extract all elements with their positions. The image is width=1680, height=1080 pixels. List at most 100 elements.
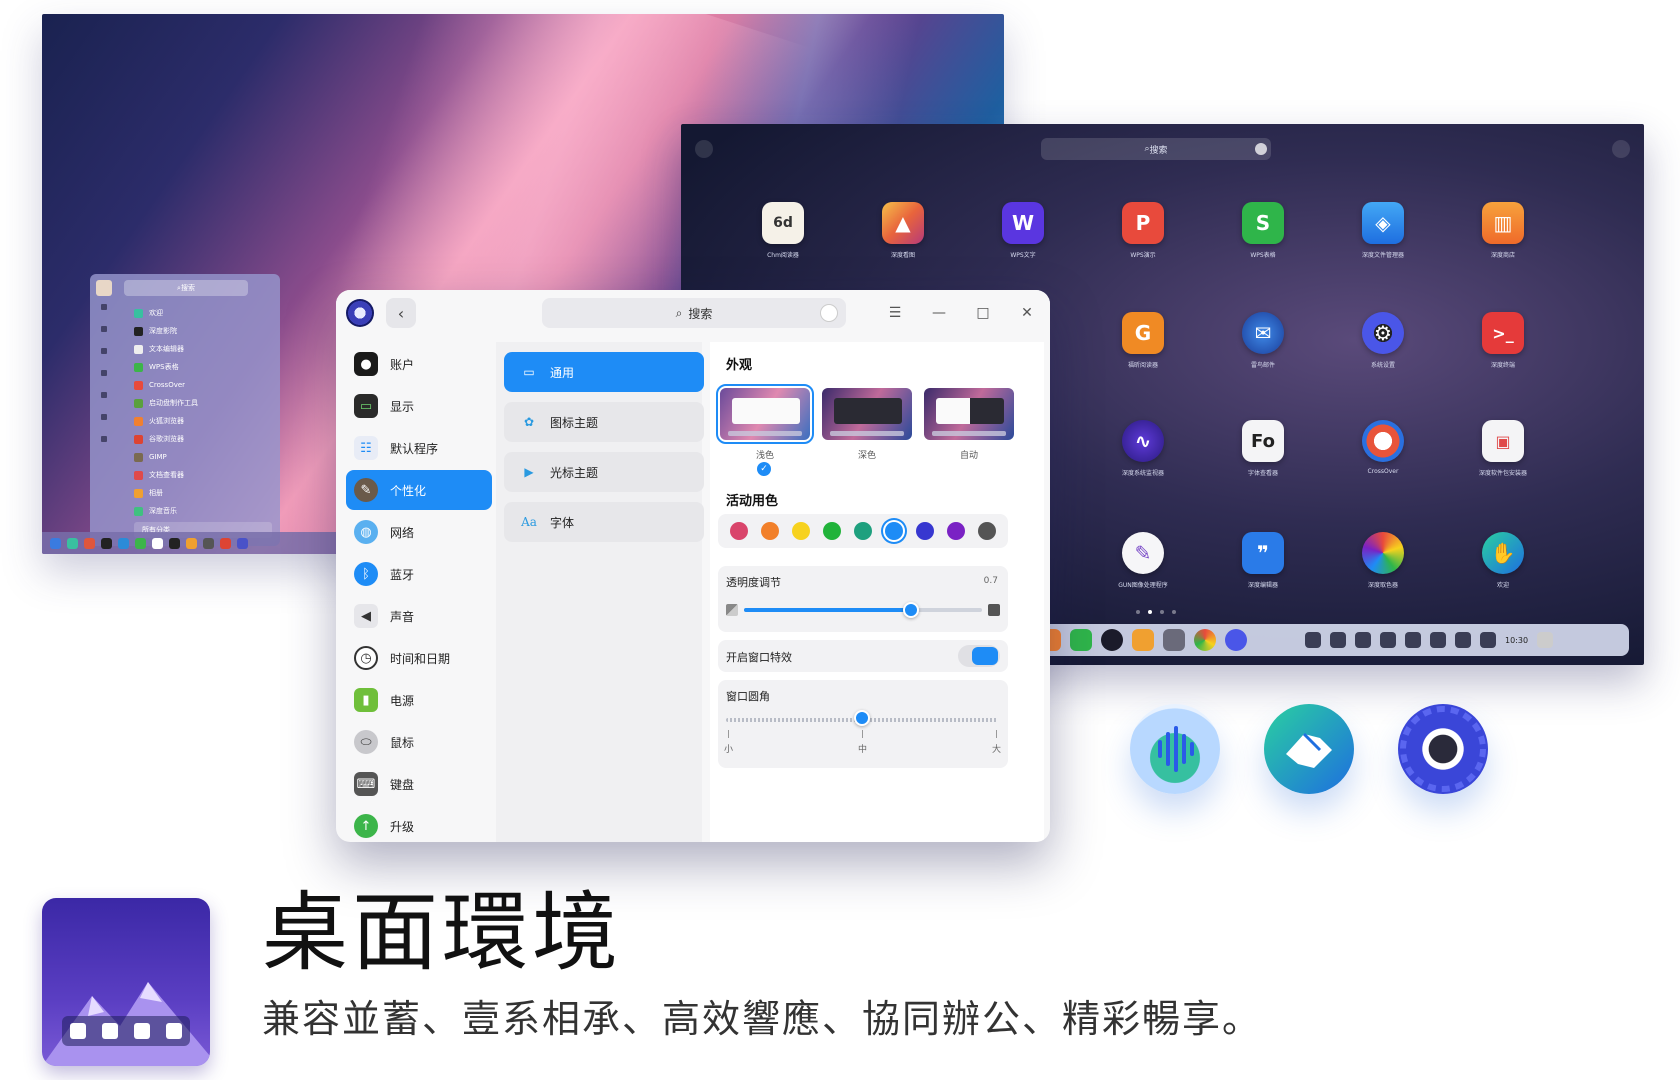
sub-item-icon-theme[interactable]: ✿ 图标主题 — [504, 402, 704, 442]
nav-item-datetime[interactable]: ◷ 时间和日期 — [346, 638, 492, 678]
app-icon[interactable] — [118, 537, 129, 549]
app-font-viewer[interactable]: Fo 字体查看器 — [1213, 420, 1313, 477]
app-image-viewer[interactable]: ▲ 深度看图 — [853, 202, 953, 259]
nav-item-personalization[interactable]: ✎ 个性化 — [346, 470, 492, 510]
app-crossover[interactable]: CrossOver — [1333, 420, 1433, 475]
chrome-icon[interactable] — [1194, 629, 1216, 651]
sidebar-icon[interactable] — [101, 304, 107, 310]
list-item[interactable]: 相册 — [134, 484, 198, 502]
app-icon[interactable] — [67, 537, 78, 549]
nav-item-sound[interactable]: ◀ 声音 — [346, 596, 492, 636]
nav-item-default-apps[interactable]: ☷ 默认程序 — [346, 428, 492, 468]
sub-item-general[interactable]: ▭ 通用 — [504, 352, 704, 392]
fullscreen-toggle-icon[interactable] — [1612, 140, 1630, 158]
transparency-slider-handle[interactable] — [902, 602, 919, 618]
sidebar-icon[interactable] — [101, 326, 107, 332]
chevron-left-icon[interactable] — [1430, 632, 1446, 648]
app-color-picker[interactable]: 深度取色器 — [1333, 532, 1433, 589]
list-item[interactable]: 火狐浏览器 — [134, 412, 198, 430]
app-icon[interactable] — [152, 537, 163, 549]
accent-swatch[interactable] — [885, 522, 903, 540]
nav-item-power[interactable]: ▮ 电源 — [346, 680, 492, 720]
app-wps-spreadsheet[interactable]: S WPS表格 — [1213, 202, 1313, 259]
nav-item-display[interactable]: ▭ 显示 — [346, 386, 492, 426]
minimize-button[interactable]: — — [928, 302, 950, 324]
nav-item-bluetooth[interactable]: ᛒ 蓝牙 — [346, 554, 492, 594]
keyboard-icon[interactable] — [1330, 632, 1346, 648]
list-item[interactable]: WPS表格 — [134, 358, 198, 376]
search-input[interactable]: ⌕ 搜索 — [542, 298, 846, 328]
window-effects-toggle[interactable] — [958, 645, 1000, 667]
search-clear-icon[interactable] — [1255, 143, 1267, 155]
list-item[interactable]: CrossOver — [134, 376, 198, 394]
app-system-settings[interactable]: ⚙ 系统设置 — [1333, 312, 1433, 369]
nav-item-network[interactable]: ◍ 网络 — [346, 512, 492, 552]
music-icon[interactable] — [1070, 629, 1092, 651]
list-item[interactable]: 欢迎 — [134, 304, 198, 322]
app-package-installer[interactable]: ▣ 深度软件包安装器 — [1453, 420, 1553, 477]
app-file-manager[interactable]: ◈ 深度文件管理器 — [1333, 202, 1433, 259]
notification-icon[interactable] — [1405, 632, 1421, 648]
app-wps-presentation[interactable]: P WPS演示 — [1093, 202, 1193, 259]
nav-item-update[interactable]: ↑ 升级 — [346, 806, 492, 842]
sidebar-icon[interactable] — [101, 370, 107, 376]
movie-icon[interactable] — [1101, 629, 1123, 651]
theme-light-thumb[interactable] — [716, 384, 814, 444]
app-store[interactable]: ▥ 深度商店 — [1453, 202, 1553, 259]
app-welcome[interactable]: ✋ 欢迎 — [1453, 532, 1553, 589]
wifi-icon[interactable] — [1355, 632, 1371, 648]
nav-item-accounts[interactable]: ● 账户 — [346, 344, 492, 384]
mode-toggle-icon[interactable] — [695, 140, 713, 158]
corner-radius-slider-handle[interactable] — [854, 710, 870, 726]
accent-swatch[interactable] — [947, 522, 965, 540]
close-button[interactable]: ✕ — [1016, 302, 1038, 324]
accent-swatch[interactable] — [730, 522, 748, 540]
list-item[interactable]: 文本编辑器 — [134, 340, 198, 358]
volume-icon[interactable] — [1305, 632, 1321, 648]
app-wps-writer[interactable]: W WPS文字 — [973, 202, 1073, 259]
image-viewer-icon[interactable] — [1132, 629, 1154, 651]
gear-icon[interactable] — [1225, 629, 1247, 651]
app-terminal[interactable]: >_ 深度终端 — [1453, 312, 1553, 369]
page-dot[interactable] — [1148, 610, 1152, 614]
page-dot[interactable] — [1172, 610, 1176, 614]
camera-icon[interactable] — [1163, 629, 1185, 651]
voice-search-icon[interactable] — [820, 304, 838, 322]
accent-swatch[interactable] — [854, 522, 872, 540]
display-icon[interactable] — [1455, 632, 1471, 648]
accent-swatch[interactable] — [978, 522, 996, 540]
list-item[interactable]: GIMP — [134, 448, 198, 466]
nav-item-mouse[interactable]: ⬭ 鼠标 — [346, 722, 492, 762]
theme-auto-thumb[interactable] — [924, 388, 1014, 440]
launcher-search[interactable]: ⌕ 搜索 — [1041, 138, 1271, 160]
accent-swatch[interactable] — [792, 522, 810, 540]
sidebar-icon[interactable] — [101, 436, 107, 442]
sub-item-font[interactable]: Aa 字体 — [504, 502, 704, 542]
nav-item-keyboard[interactable]: ⌨ 键盘 — [346, 764, 492, 804]
app-gimp[interactable]: ✎ GUN图像处理程序 — [1093, 532, 1193, 589]
back-button[interactable]: ‹ — [386, 298, 416, 328]
theme-dark-thumb[interactable] — [822, 388, 912, 440]
clock[interactable]: 10:30 — [1505, 636, 1528, 645]
launcher-icon[interactable] — [50, 537, 61, 549]
app-icon[interactable] — [203, 537, 214, 549]
app-icon[interactable] — [84, 537, 95, 549]
page-dot[interactable] — [1160, 610, 1164, 614]
list-item[interactable]: 谷歌浏览器 — [134, 430, 198, 448]
app-icon[interactable] — [169, 537, 180, 549]
power-icon[interactable] — [1480, 632, 1496, 648]
app-foxit-reader[interactable]: G 福昕阅读器 — [1093, 312, 1193, 369]
app-thunderbird[interactable]: ✉ 雷鸟邮件 — [1213, 312, 1313, 369]
app-icon[interactable] — [135, 537, 146, 549]
sub-item-cursor-theme[interactable]: ▶ 光标主题 — [504, 452, 704, 492]
maximize-button[interactable]: □ — [972, 302, 994, 324]
sidebar-icon[interactable] — [101, 348, 107, 354]
list-item[interactable]: 文档查看器 — [134, 466, 198, 484]
accent-swatch[interactable] — [761, 522, 779, 540]
app-system-monitor[interactable]: ∿ 深度系统监视器 — [1093, 420, 1193, 477]
avatar[interactable] — [96, 280, 112, 296]
start-menu-search[interactable]: ⌕ 搜索 — [124, 280, 248, 296]
sidebar-icon[interactable] — [101, 392, 107, 398]
accent-swatch[interactable] — [916, 522, 934, 540]
menu-icon[interactable]: ☰ — [884, 302, 906, 324]
